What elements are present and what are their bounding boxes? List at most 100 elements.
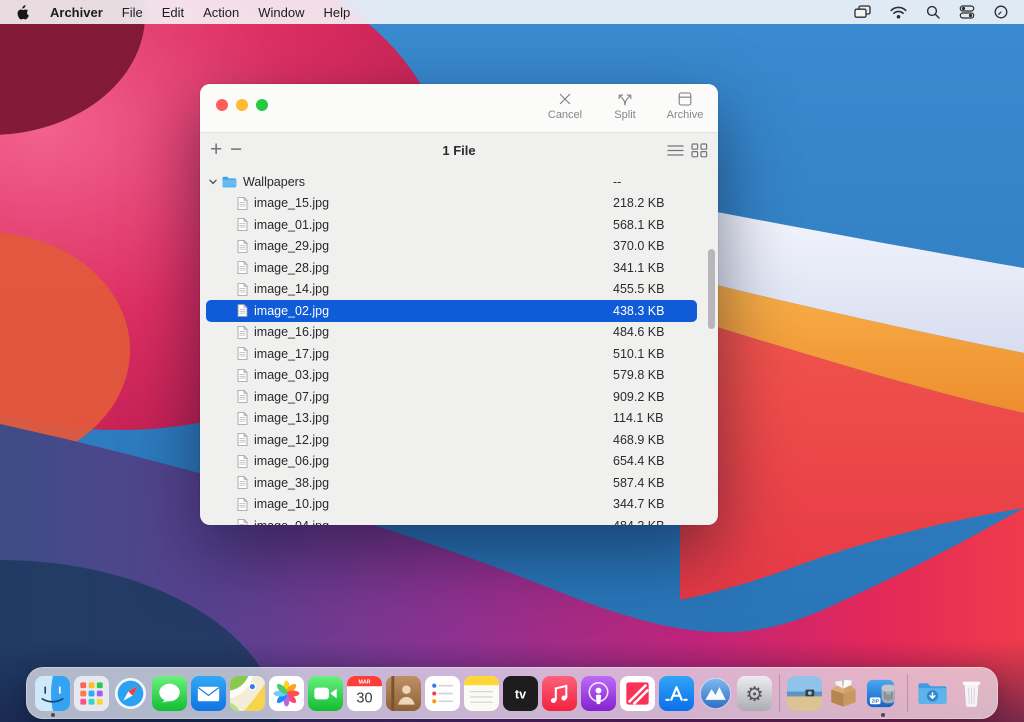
file-name: image_12.jpg (254, 433, 329, 447)
file-size: 341.1 KB (613, 261, 664, 275)
file-icon (237, 369, 248, 382)
clock-icon[interactable] (994, 5, 1008, 19)
dock-finder-icon[interactable] (35, 676, 70, 711)
dock-app-store-icon[interactable] (659, 676, 694, 711)
dock: MAR 30 tv ⚙ ZIP (26, 667, 998, 719)
file-name: image_07.jpg (254, 390, 329, 404)
app-menu-archiver[interactable]: Archiver (50, 5, 103, 20)
file-row[interactable]: image_38.jpg587.4 KB (200, 472, 718, 494)
file-row[interactable]: image_28.jpg341.1 KB (200, 257, 718, 279)
close-button[interactable] (216, 99, 228, 111)
cancel-button[interactable]: Cancel (542, 89, 588, 121)
archive-label: Archive (667, 109, 704, 121)
dock-messages-icon[interactable] (152, 676, 187, 711)
file-size: 654.4 KB (613, 454, 664, 468)
grid-view-icon[interactable] (691, 143, 708, 158)
apple-menu-icon[interactable] (16, 4, 30, 20)
file-icon (237, 283, 248, 296)
split-button[interactable]: Split (602, 89, 648, 121)
file-row[interactable]: image_14.jpg455.5 KB (200, 279, 718, 301)
menu-bar: Archiver File Edit Action Window Help (0, 0, 1024, 24)
menu-file[interactable]: File (122, 5, 143, 20)
archive-button[interactable]: Archive (662, 89, 708, 121)
dock-reminders-icon[interactable] (425, 676, 460, 711)
dock-launchpad-icon[interactable] (74, 676, 109, 711)
file-icon (237, 304, 248, 317)
svg-text:30: 30 (356, 690, 372, 706)
file-icon (237, 498, 248, 511)
dock-archiver-icon[interactable] (698, 676, 733, 711)
file-row[interactable]: image_29.jpg370.0 KB (200, 236, 718, 258)
menu-edit[interactable]: Edit (162, 5, 184, 20)
display-windows-icon[interactable] (854, 5, 871, 19)
file-row[interactable]: image_16.jpg484.6 KB (200, 322, 718, 344)
file-name: image_02.jpg (254, 304, 329, 318)
dock-tv-icon[interactable]: tv (503, 676, 538, 711)
dock-system-preferences-icon[interactable]: ⚙ (737, 676, 772, 711)
disclosure-triangle-icon[interactable] (208, 177, 218, 187)
file-row[interactable]: image_13.jpg114.1 KB (200, 408, 718, 430)
zoom-button[interactable] (256, 99, 268, 111)
file-row[interactable]: image_10.jpg344.7 KB (200, 494, 718, 516)
file-row[interactable]: image_01.jpg568.1 KB (200, 214, 718, 236)
folder-icon (222, 176, 237, 188)
menu-help[interactable]: Help (324, 5, 351, 20)
cancel-label: Cancel (548, 109, 582, 121)
scrollbar[interactable] (708, 249, 715, 329)
window-header: + − 1 File (200, 133, 718, 168)
file-icon (237, 455, 248, 468)
file-row[interactable]: image_07.jpg 909.2 KB (200, 386, 718, 408)
file-size: -- (613, 175, 621, 189)
dock-trash-icon[interactable] (954, 676, 989, 711)
archive-box-icon (677, 89, 693, 107)
dock-photos-icon[interactable] (269, 676, 304, 711)
dock-music-icon[interactable] (542, 676, 577, 711)
menu-action[interactable]: Action (203, 5, 239, 20)
folder-row[interactable]: Wallpapers -- (200, 171, 718, 193)
file-row[interactable]: image_04.jpg484.3 KB (200, 515, 718, 525)
list-view-icon[interactable] (667, 144, 684, 157)
dock-safari-icon[interactable] (113, 676, 148, 711)
split-arrows-icon (616, 89, 634, 107)
dock-mail-icon[interactable] (191, 676, 226, 711)
window-title: 1 File (200, 133, 718, 168)
archiver-window: Cancel Split (200, 84, 718, 525)
search-icon[interactable] (926, 5, 940, 19)
file-size: 909.2 KB (613, 390, 664, 404)
svg-text:⚙: ⚙ (745, 681, 763, 705)
file-name: image_06.jpg (254, 454, 329, 468)
file-list: Wallpapers -- image_15.jpg218.2 KBimage_01… (200, 167, 718, 525)
file-size: 344.7 KB (613, 497, 664, 511)
svg-text:MAR: MAR (359, 679, 371, 685)
dock-contacts-icon[interactable] (386, 676, 421, 711)
dock-unarchiver-icon[interactable] (826, 676, 861, 711)
file-name: Wallpapers (243, 175, 305, 189)
dock-maps-icon[interactable] (230, 676, 265, 711)
file-row[interactable]: image_17.jpg 510.1 KB (200, 343, 718, 365)
split-label: Split (614, 109, 635, 121)
dock-image-viewer-icon[interactable] (787, 676, 822, 711)
minimize-button[interactable] (236, 99, 248, 111)
file-size: 455.5 KB (613, 282, 664, 296)
dock-news-icon[interactable] (620, 676, 655, 711)
file-size: 510.1 KB (613, 347, 664, 361)
wifi-icon[interactable] (890, 6, 907, 19)
dock-downloads-icon[interactable] (915, 676, 950, 711)
dock-facetime-icon[interactable] (308, 676, 343, 711)
svg-text:ZIP: ZIP (872, 698, 879, 703)
dock-zip-archiver-icon[interactable]: ZIP (865, 676, 900, 711)
file-name: image_17.jpg (254, 347, 329, 361)
file-row[interactable]: image_03.jpg579.8 KB (200, 365, 718, 387)
file-name: image_16.jpg (254, 325, 329, 339)
dock-calendar-icon[interactable]: MAR 30 (347, 676, 382, 711)
file-row[interactable]: image_06.jpg 654.4 KB (200, 451, 718, 473)
dock-podcasts-icon[interactable] (581, 676, 616, 711)
file-row[interactable]: image_15.jpg218.2 KB (200, 193, 718, 215)
dock-notes-icon[interactable] (464, 676, 499, 711)
file-name: image_03.jpg (254, 368, 329, 382)
file-row[interactable]: image_02.jpg438.3 KB (206, 300, 697, 322)
file-row[interactable]: image_12.jpg468.9 KB (200, 429, 718, 451)
menu-window[interactable]: Window (258, 5, 304, 20)
control-center-icon[interactable] (959, 5, 975, 19)
cancel-x-icon (557, 89, 573, 107)
